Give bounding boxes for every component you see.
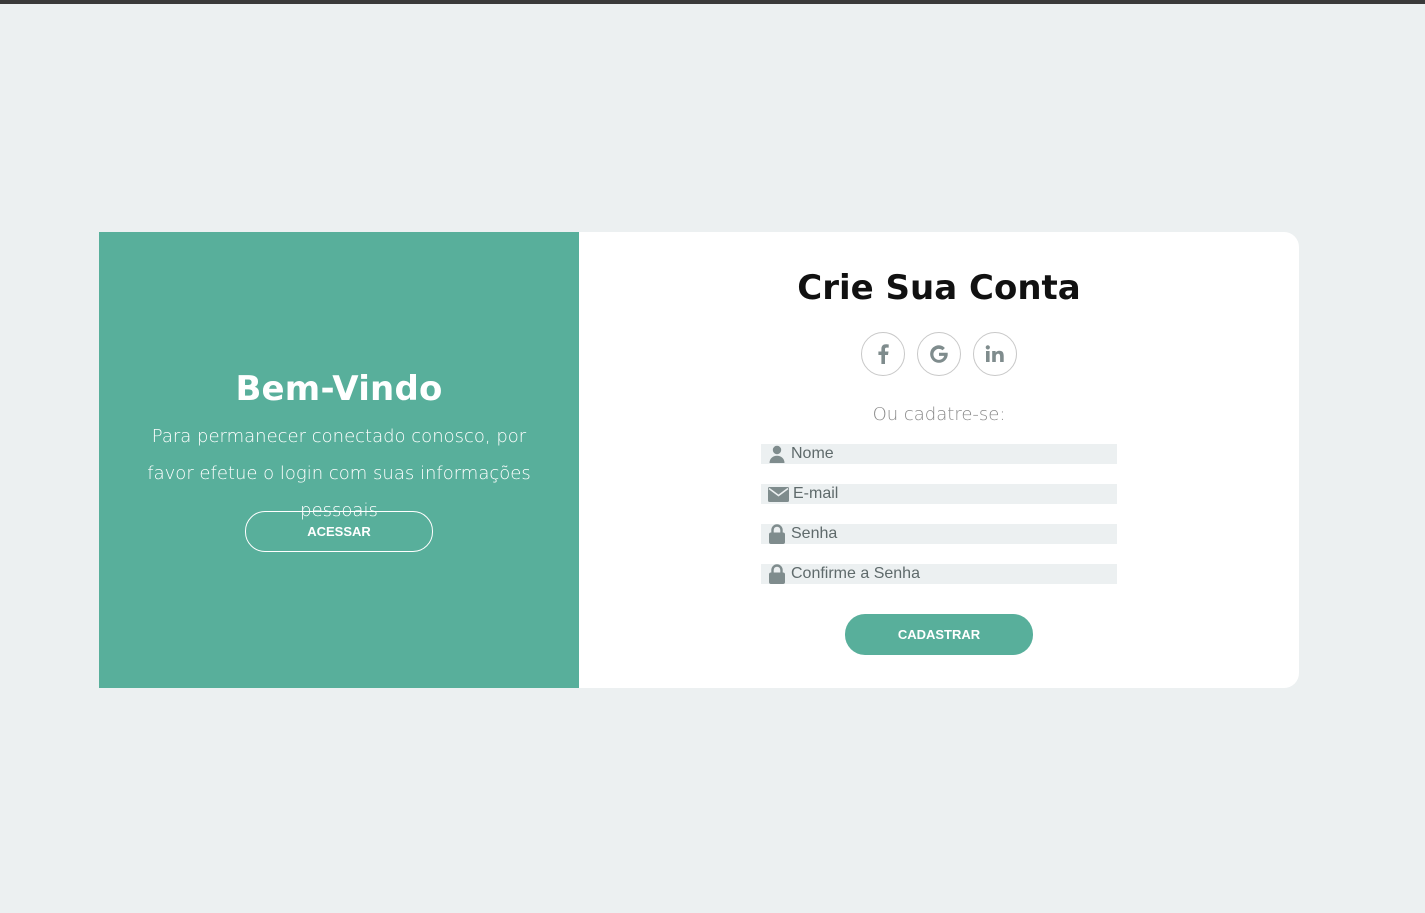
register-button[interactable]: CADASTRAR [845, 614, 1033, 655]
user-icon [767, 444, 787, 464]
email-input[interactable] [793, 484, 1113, 504]
password-input[interactable] [791, 524, 1111, 544]
name-input[interactable] [791, 444, 1111, 464]
confirm-password-field [761, 564, 1117, 584]
password-field [761, 524, 1117, 544]
signup-form-panel: Crie Sua Conta Ou cadatre-se: Nome E-mai… [579, 232, 1299, 688]
email-field [761, 484, 1117, 504]
lock-icon [767, 524, 787, 544]
welcome-title: Bem-Vindo [235, 369, 443, 409]
access-button[interactable]: ACESSAR [245, 511, 433, 552]
welcome-panel: Bem-Vindo Para permanecer conectado cono… [99, 232, 579, 688]
envelope-icon [767, 484, 789, 504]
google-icon [928, 343, 950, 365]
facebook-button[interactable] [861, 332, 905, 376]
facebook-icon [877, 344, 889, 364]
lock-icon [767, 564, 787, 584]
google-button[interactable] [917, 332, 961, 376]
form-title: Crie Sua Conta [797, 268, 1081, 308]
linkedin-button[interactable] [973, 332, 1017, 376]
confirm-password-input[interactable] [791, 564, 1111, 584]
window-top-border [0, 0, 1425, 4]
signup-card: Bem-Vindo Para permanecer conectado cono… [99, 232, 1299, 688]
signup-subtitle: Ou cadatre-se: [872, 404, 1006, 425]
name-field [761, 444, 1117, 464]
social-login-group [861, 332, 1017, 376]
linkedin-icon [985, 345, 1005, 363]
